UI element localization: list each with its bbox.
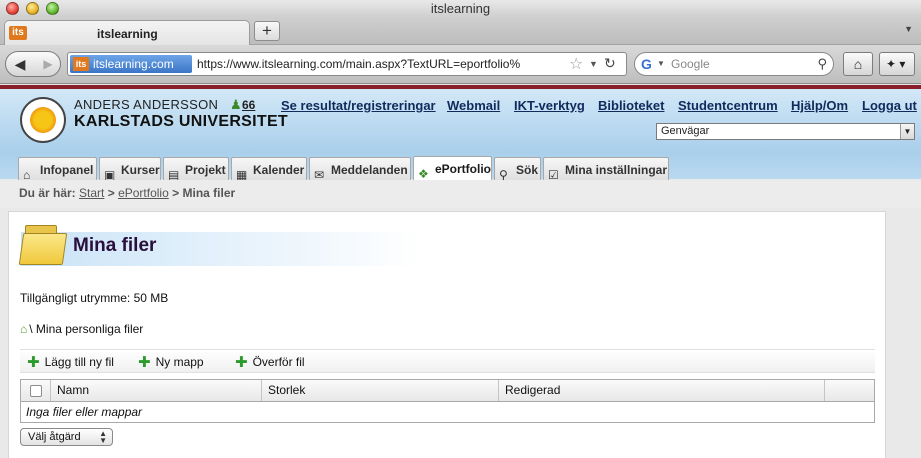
window-title: itslearning xyxy=(430,1,491,16)
site-identity-label: itslearning.com xyxy=(93,57,174,71)
available-space: Tillgängligt utrymme: 50 MB xyxy=(20,291,169,305)
search-engine-dropdown-icon[interactable]: ▼ xyxy=(657,59,665,68)
new-folder-label: Ny mapp xyxy=(155,355,204,369)
window-titlebar: itslearning xyxy=(0,0,921,17)
new-folder-button[interactable]: ✚ Ny mapp xyxy=(138,353,204,371)
tab-label: Sök xyxy=(516,163,539,177)
breadcrumb-separator: > xyxy=(172,186,180,200)
tab-label: Kalender xyxy=(253,163,305,177)
breadcrumb-current: Mina filer xyxy=(182,186,236,200)
zoom-window-icon[interactable] xyxy=(46,2,59,15)
column-size[interactable]: Storlek xyxy=(262,380,499,401)
table-header: Namn Storlek Redigerad xyxy=(21,380,874,402)
site-header: ANDERS ANDERSSON KARLSTADS UNIVERSITET ♟… xyxy=(0,89,921,184)
plus-icon: ✚ xyxy=(235,354,248,371)
site-identity-button[interactable]: its itslearning.com xyxy=(70,55,192,73)
link-student-center[interactable]: Studentcentrum xyxy=(678,98,778,113)
sun-emblem-icon xyxy=(28,105,58,135)
tab-label: Mina inställningar xyxy=(565,163,668,177)
add-file-label: Lägg till ny fil xyxy=(44,355,114,369)
folder-path: ⌂ \ Mina personliga filer xyxy=(20,322,143,336)
tab-label: Kurser xyxy=(121,163,160,177)
url-text[interactable]: https://www.itslearning.com/main.aspx?Te… xyxy=(197,57,567,71)
column-modified[interactable]: Redigerad xyxy=(499,380,825,401)
page-title: Mina filer xyxy=(73,235,157,256)
choose-action-select[interactable]: Välj åtgärd ▲ ▼ xyxy=(20,428,113,446)
close-window-icon[interactable] xyxy=(6,2,19,15)
magnifier-icon[interactable]: ⚲ xyxy=(817,56,827,72)
online-users-count[interactable]: 66 xyxy=(242,98,255,112)
back-forward-group: ◀ ▶ xyxy=(5,51,61,77)
shortcuts-select-value: Genvägar xyxy=(661,125,710,137)
site-favicon-icon: its xyxy=(73,57,89,71)
column-name[interactable]: Namn xyxy=(51,380,262,401)
upload-file-button[interactable]: ✚ Överför fil xyxy=(235,353,305,371)
add-file-button[interactable]: ✚ Lägg till ny fil xyxy=(27,353,114,371)
breadcrumb-start-link[interactable]: Start xyxy=(79,186,104,200)
site-favicon-icon: its xyxy=(9,26,27,40)
choose-action-value: Välj åtgärd xyxy=(28,431,81,443)
tab-label: Meddelanden xyxy=(331,163,408,177)
file-toolbar: ✚ Lägg till ny fil ✚ Ny mapp ✚ Överför fil xyxy=(20,349,875,373)
breadcrumb: Du är här: Start > ePortfolio > Mina fil… xyxy=(19,186,235,200)
select-arrows-icon: ▲ ▼ xyxy=(99,429,107,445)
reload-icon[interactable]: ↻ xyxy=(604,55,616,72)
link-ict-tools[interactable]: IKT-verktyg xyxy=(514,98,585,113)
google-icon[interactable]: G xyxy=(641,56,652,72)
link-library[interactable]: Biblioteket xyxy=(598,98,664,113)
home-folder-icon[interactable]: ⌂ xyxy=(20,322,27,336)
url-history-dropdown-icon[interactable]: ▼ xyxy=(589,59,598,69)
chevron-down-icon: ▼ xyxy=(900,124,914,139)
university-name: KARLSTADS UNIVERSITET xyxy=(74,113,289,130)
main-content: Mina filer Tillgängligt utrymme: 50 MB ⌂… xyxy=(8,211,886,458)
upload-file-label: Överför fil xyxy=(252,355,305,369)
forward-button[interactable]: ▶ xyxy=(36,52,60,76)
navigation-toolbar: ◀ ▶ its itslearning.com https://www.itsle… xyxy=(0,45,921,84)
extensions-button[interactable]: ✦ ▾ xyxy=(879,52,915,76)
link-logout[interactable]: Logga ut xyxy=(862,98,917,113)
breadcrumb-separator: > xyxy=(107,186,115,200)
web-page: ANDERS ANDERSSON KARLSTADS UNIVERSITET ♟… xyxy=(0,85,921,458)
link-webmail[interactable]: Webmail xyxy=(447,98,500,113)
breadcrumb-prefix: Du är här: xyxy=(19,186,76,200)
link-results[interactable]: Se resultat/registreringar xyxy=(281,98,436,113)
online-users-icon[interactable]: ♟ xyxy=(230,97,242,113)
search-bar[interactable]: G ▼ Google ⚲ xyxy=(634,52,834,76)
plus-icon: ✚ xyxy=(138,354,151,371)
user-name: ANDERS ANDERSSON xyxy=(74,97,219,112)
tab-label: Projekt xyxy=(185,163,226,177)
home-button[interactable]: ⌂ xyxy=(843,52,873,76)
breadcrumb-eportfolio-link[interactable]: ePortfolio xyxy=(118,186,169,200)
files-table: Namn Storlek Redigerad Inga filer eller … xyxy=(20,379,875,423)
plus-icon: ✚ xyxy=(27,354,40,371)
column-actions xyxy=(825,380,874,401)
tab-bar: its itslearning + ▼ xyxy=(0,17,921,45)
folder-icon xyxy=(18,225,68,265)
search-placeholder: Google xyxy=(671,57,710,71)
url-bar[interactable]: its itslearning.com https://www.itslearni… xyxy=(67,52,627,76)
bookmark-star-icon[interactable]: ☆ xyxy=(569,54,583,74)
folder-path-text: \ Mina personliga filer xyxy=(29,322,144,336)
shortcuts-select[interactable]: Genvägar ▼ xyxy=(656,123,915,140)
tab-label: ePortfolio xyxy=(435,162,491,176)
new-tab-button[interactable]: + xyxy=(254,21,280,41)
select-all-checkbox[interactable] xyxy=(30,385,42,397)
minimize-window-icon[interactable] xyxy=(26,2,39,15)
tab-title: itslearning xyxy=(97,27,158,41)
browser-tab[interactable]: its itslearning xyxy=(4,20,250,45)
back-button[interactable]: ◀ xyxy=(6,52,34,76)
select-all-cell xyxy=(21,380,51,401)
tab-list-dropdown-icon[interactable]: ▼ xyxy=(904,24,913,34)
link-help-about[interactable]: Hjälp/Om xyxy=(791,98,848,113)
empty-table-message: Inga filer eller mappar xyxy=(21,402,874,422)
university-logo[interactable] xyxy=(20,97,66,143)
tab-label: Infopanel xyxy=(40,163,94,177)
